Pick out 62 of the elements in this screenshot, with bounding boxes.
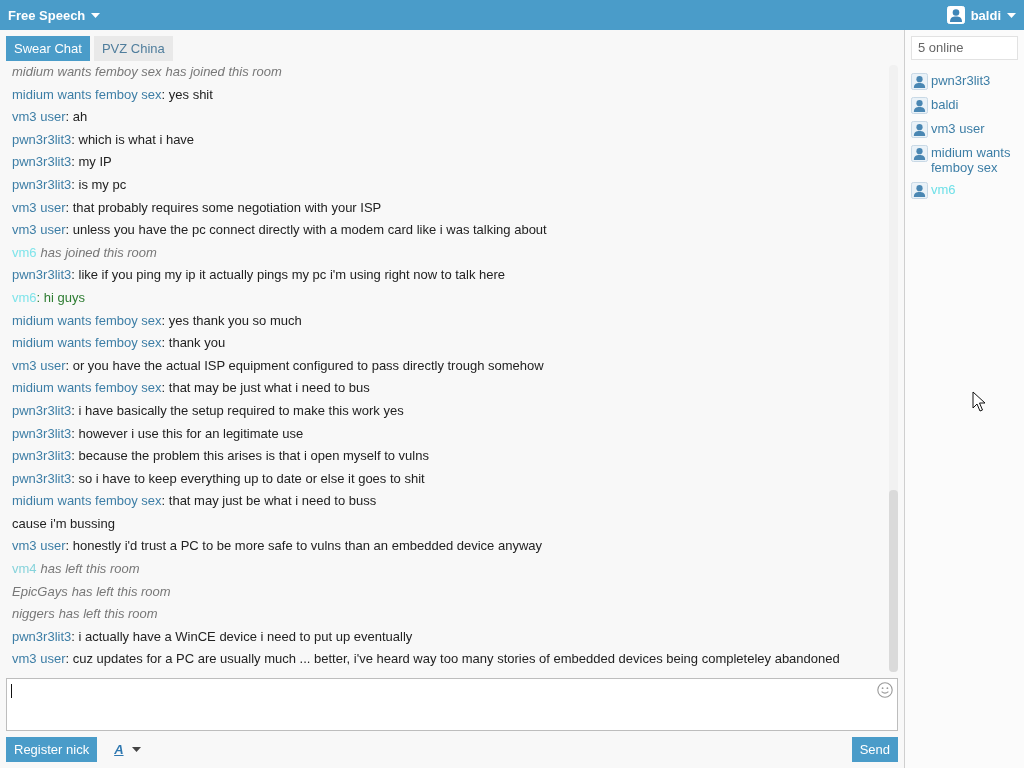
username[interactable]: midium wants femboy sex bbox=[12, 83, 162, 107]
scrollbar-thumb[interactable] bbox=[889, 490, 898, 672]
online-user[interactable]: vm3 user bbox=[931, 121, 1011, 136]
message-text: : however i use this for an legitimate use bbox=[71, 424, 304, 443]
online-count: 5 online bbox=[911, 36, 1018, 60]
message-text: : i actually have a WinCE device i need to put up eventually bbox=[71, 627, 413, 646]
system-message: has left this room bbox=[58, 605, 158, 624]
text-cursor-icon bbox=[11, 684, 12, 698]
message-text: : like if you ping my ip it actually pings my pc i'm using right now to talk here bbox=[71, 266, 506, 285]
message-text: : yes shit bbox=[161, 85, 213, 104]
user-avatar-icon bbox=[911, 182, 928, 199]
message-text: : honestly i'd trust a PC to be more safe to vulns than an embedded device anyway bbox=[65, 537, 542, 556]
message-text: : that may be just what i need to bus bbox=[161, 379, 370, 398]
message-text: : unless you have the pc connect directly with a modem card like i was talking about bbox=[65, 221, 547, 240]
online-user[interactable]: pwn3r3lit3 bbox=[931, 73, 1011, 88]
online-user[interactable]: midium wants femboy sex bbox=[931, 145, 1011, 175]
caret-icon bbox=[131, 747, 141, 752]
user-avatar-icon bbox=[911, 121, 928, 138]
caret-icon bbox=[1007, 12, 1016, 18]
message-text: : so i have to keep everything up to date or else it goes to shit bbox=[71, 469, 425, 488]
register-nick-button[interactable]: Register nick bbox=[6, 737, 98, 762]
caret-icon bbox=[91, 12, 101, 18]
system-message: has joined this room bbox=[165, 63, 282, 81]
user-menu-button[interactable]: baldi bbox=[946, 6, 1016, 24]
username[interactable]: midium wants femboy sex bbox=[12, 309, 162, 333]
mouse-pointer-icon bbox=[972, 391, 986, 412]
send-button[interactable]: Send bbox=[851, 737, 898, 762]
system-message: has joined this room bbox=[40, 243, 157, 262]
room-menu-button[interactable]: Free Speech bbox=[8, 7, 101, 23]
message-text: cause i'm bussing bbox=[12, 514, 115, 533]
user-avatar-icon bbox=[911, 145, 928, 162]
user-avatar-icon bbox=[911, 97, 928, 114]
message-text: : my IP bbox=[71, 153, 112, 172]
system-message: has left this room bbox=[71, 582, 171, 601]
system-message: has left this room bbox=[40, 560, 140, 579]
message-text: : i have basically the setup required to make this work yes bbox=[71, 401, 404, 420]
message-text: : or you have the actual ISP equipment configured to pass directly trough somehow bbox=[65, 356, 544, 375]
user-avatar-icon bbox=[911, 73, 928, 90]
smiley-icon[interactable] bbox=[877, 682, 893, 698]
system-message-name: niggers bbox=[12, 605, 55, 624]
username[interactable]: midium wants femboy sex bbox=[12, 490, 162, 513]
message-text: : which is what i have bbox=[71, 130, 195, 149]
message-text: : is my pc bbox=[71, 175, 127, 194]
font-color-button[interactable]: A bbox=[110, 742, 145, 757]
room-tab[interactable]: PVZ China bbox=[93, 36, 173, 61]
message-text: : that probably requires some negotiation with your ISP bbox=[65, 198, 382, 217]
message-text: : hi guys bbox=[36, 288, 85, 307]
message-input-field[interactable] bbox=[6, 678, 898, 731]
message-text: : because the problem this arises is that i open myself to vulns bbox=[71, 447, 429, 466]
username[interactable]: midium wants femboy sex bbox=[12, 332, 162, 355]
online-user[interactable]: baldi bbox=[931, 97, 1011, 112]
room-tab[interactable]: Swear Chat bbox=[6, 36, 90, 61]
message-text: : that may just be what i need to buss bbox=[161, 492, 377, 511]
username[interactable]: midium wants femboy sex bbox=[12, 377, 162, 400]
user-avatar-icon bbox=[946, 6, 965, 24]
system-message-name: EpicGays bbox=[12, 582, 68, 601]
scrollbar-track[interactable] bbox=[889, 65, 898, 672]
system-message-name: midium wants femboy sex bbox=[12, 63, 162, 81]
message-text: : ah bbox=[65, 108, 88, 127]
message-text: : yes thank you so much bbox=[161, 311, 302, 330]
message-text: : thank you bbox=[161, 334, 226, 353]
message-text: : cuz updates for a PC are usually much ... better, i've heard way too many stories of embedded devices being completeley abandoned bbox=[65, 650, 840, 669]
